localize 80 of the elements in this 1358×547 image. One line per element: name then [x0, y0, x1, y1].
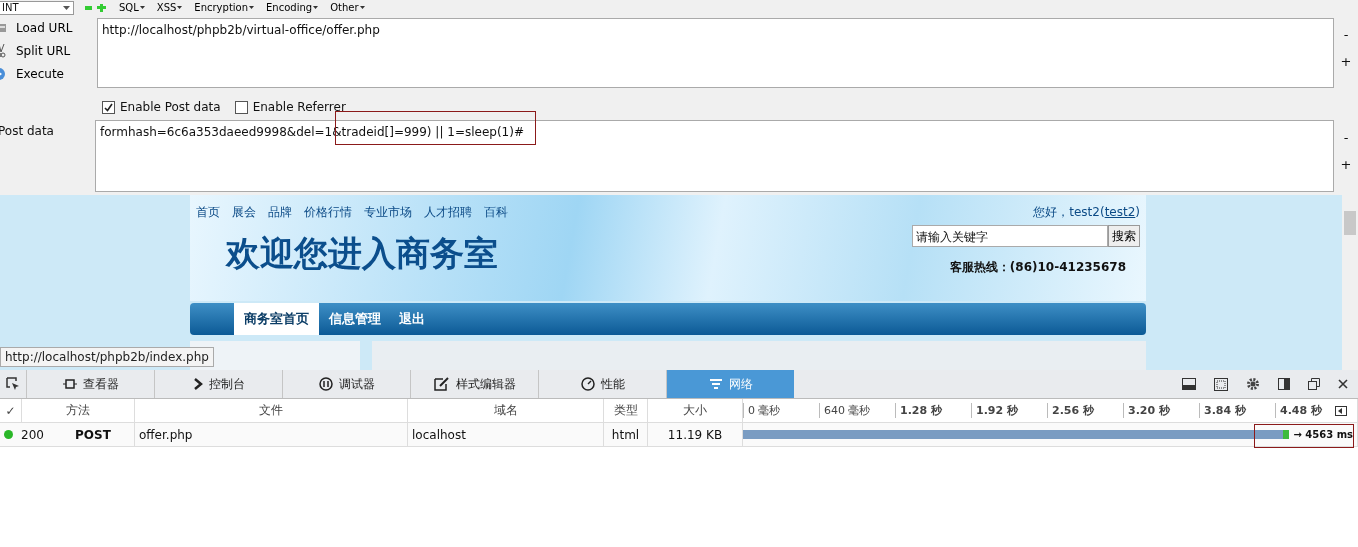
action-button[interactable]: Load URL — [12, 21, 77, 35]
collapse-icon[interactable] — [1335, 405, 1347, 416]
hotline-text: 客服热线：(86)10-41235678 — [949, 259, 1126, 276]
minus-button[interactable]: - — [1343, 130, 1349, 145]
timeline-tick: 640 毫秒 — [819, 403, 895, 418]
chevron-icon — [192, 378, 203, 390]
nav-link[interactable]: 人才招聘 — [424, 204, 472, 221]
timeline-tick: 0 毫秒 — [743, 403, 819, 418]
nav-tab[interactable]: 退出 — [391, 303, 433, 336]
type-cell: html — [604, 423, 648, 446]
caret-icon — [139, 6, 145, 9]
nav-tab[interactable]: 商务室首页 — [234, 303, 319, 336]
post-data-label: Post data — [0, 124, 54, 138]
caret-icon — [249, 6, 255, 9]
gauge-icon — [580, 377, 595, 391]
timeline-tick: 3.20 秒 — [1123, 403, 1199, 418]
column-header[interactable]: 文件 — [135, 399, 408, 422]
checkbox-label: Enable Post data — [120, 100, 221, 114]
menu-item[interactable]: Encryption — [193, 1, 256, 14]
column-header[interactable]: 域名 — [408, 399, 604, 422]
menu-item[interactable]: Other — [329, 1, 366, 14]
nav-link[interactable]: 首页 — [196, 204, 220, 221]
timeline-tick: 1.28 秒 — [895, 403, 971, 418]
action-button[interactable]: Split URL — [12, 44, 75, 58]
window-icon[interactable] — [1308, 378, 1320, 390]
devtools-tab[interactable]: 查看器 — [26, 370, 154, 398]
action-button[interactable]: Execute — [12, 67, 68, 81]
devtools-tab[interactable]: 调试器 — [282, 370, 410, 398]
devtools-tab[interactable]: 样式编辑器 — [410, 370, 538, 398]
caret-icon — [177, 6, 183, 9]
search-button[interactable]: 搜索 — [1108, 225, 1140, 247]
checkbox[interactable] — [234, 100, 248, 114]
minus-button[interactable]: - — [1343, 27, 1349, 42]
status-code: 200 — [21, 427, 44, 442]
site-title: 欢迎您进入商务室 — [226, 232, 498, 275]
caret-icon — [359, 6, 365, 9]
domain-cell: localhost — [408, 423, 604, 446]
column-header[interactable]: ✓ — [0, 399, 22, 422]
menu-item[interactable]: Encoding — [265, 1, 320, 14]
menu-item[interactable]: XSS — [155, 1, 184, 14]
nav-link[interactable]: 价格行情 — [304, 204, 352, 221]
nav-link[interactable]: 展会 — [232, 204, 256, 221]
dock-side-icon[interactable] — [1278, 378, 1290, 390]
plus-button[interactable]: + — [1340, 157, 1352, 172]
plus-button[interactable]: + — [1340, 54, 1352, 69]
inspector-icon — [62, 378, 77, 390]
column-header[interactable]: 类型 — [604, 399, 648, 422]
terminal-icon[interactable] — [1182, 378, 1196, 390]
timeline-tick: 3.84 秒 — [1199, 403, 1275, 418]
network-icon — [708, 378, 723, 390]
timeline-tick: 1.92 秒 — [971, 403, 1047, 418]
nav-link[interactable]: 专业市场 — [364, 204, 412, 221]
url-field[interactable]: http://localhost/phpb2b/virtual-office/offer.php — [97, 18, 1334, 88]
greeting-text: 您好，test2(test2) — [1033, 204, 1140, 221]
devtools-tab[interactable]: 控制台 — [154, 370, 282, 398]
checkbox-label: Enable Referrer — [252, 100, 346, 114]
user-link[interactable]: test2 — [1104, 205, 1136, 219]
menu-item[interactable]: SQL — [118, 1, 146, 14]
frame-icon[interactable] — [1214, 377, 1228, 391]
method-cell: POST — [52, 423, 135, 446]
edit-icon — [433, 377, 450, 391]
close-icon[interactable] — [1338, 379, 1348, 389]
file-cell: offer.php — [135, 423, 408, 446]
element-picker-icon[interactable] — [6, 377, 20, 391]
column-header[interactable]: 大小 — [648, 399, 743, 422]
status-url: http://localhost/phpb2b/index.php — [0, 347, 214, 367]
nav-tab[interactable]: 信息管理 — [321, 303, 389, 336]
column-header[interactable]: 方法 — [22, 399, 135, 422]
checkbox[interactable] — [102, 100, 115, 114]
pause-icon — [318, 377, 333, 391]
type-dropdown[interactable]: INT — [0, 0, 74, 15]
timeline-tick: 2.56 秒 — [1047, 403, 1123, 418]
timing-label: → 4563 ms — [1293, 429, 1353, 440]
caret-icon — [313, 6, 319, 9]
settings-icon[interactable] — [1246, 377, 1260, 391]
nav-link[interactable]: 品牌 — [268, 204, 292, 221]
search-field[interactable]: 请输入关键字 — [912, 225, 1108, 247]
status-dot — [4, 430, 13, 439]
nav-link[interactable]: 百科 — [484, 204, 508, 221]
caret-icon — [63, 5, 70, 10]
